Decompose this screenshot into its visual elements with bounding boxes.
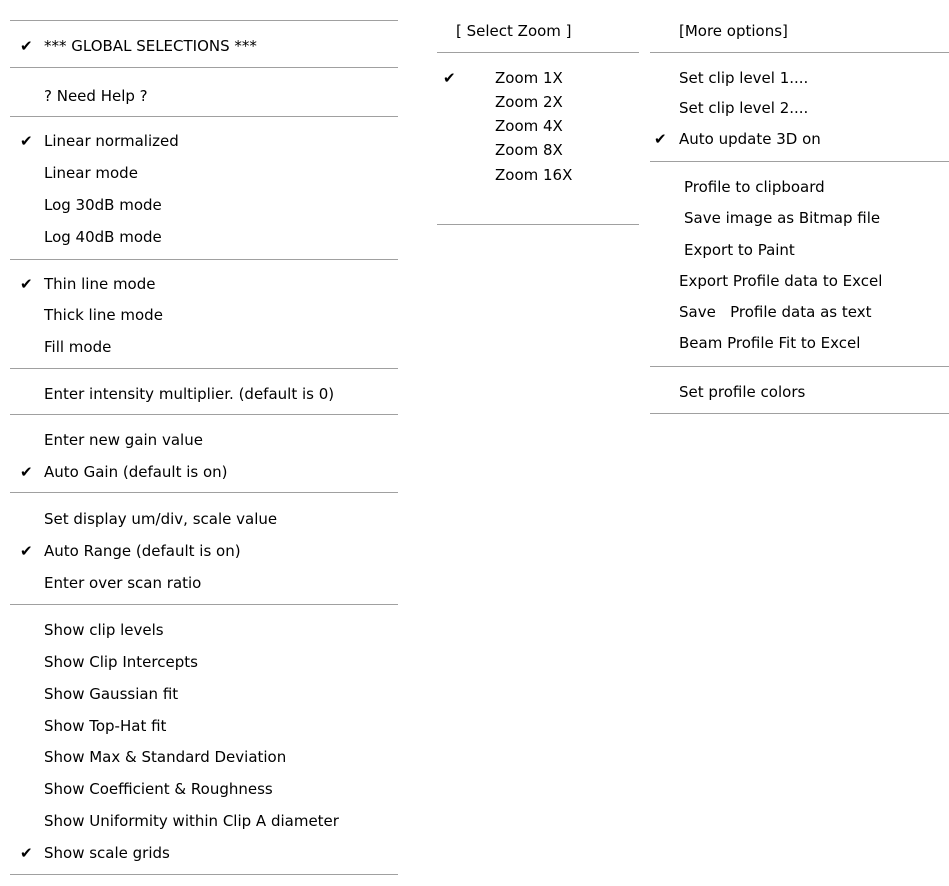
check-icon: ✔ <box>20 463 33 481</box>
menu-item-save-bitmap[interactable]: Save image as Bitmap file <box>684 208 880 228</box>
menu-item-thick-line[interactable]: Thick line mode <box>44 305 163 325</box>
separator <box>10 604 398 606</box>
menu-item-log-30db[interactable]: Log 30dB mode <box>44 195 162 215</box>
menu-item-global-selections[interactable]: *** GLOBAL SELECTIONS *** <box>44 36 257 56</box>
menu-item-fill-mode[interactable]: Fill mode <box>44 337 111 357</box>
separator <box>650 161 949 163</box>
menu-item-show-top-hat-fit[interactable]: Show Top-Hat fit <box>44 716 166 736</box>
check-icon: ✔ <box>20 844 33 862</box>
separator <box>10 414 398 416</box>
separator <box>10 116 398 118</box>
menu-item-auto-range[interactable]: Auto Range (default is on) <box>44 541 241 561</box>
menu-item-save-profile-text[interactable]: Save Profile data as text <box>679 302 871 322</box>
menu-item-new-gain[interactable]: Enter new gain value <box>44 430 203 450</box>
check-icon: ✔ <box>20 542 33 560</box>
menu-item-export-paint[interactable]: Export to Paint <box>684 240 795 260</box>
separator <box>437 224 639 226</box>
menu-item-zoom-16x[interactable]: Zoom 16X <box>495 165 572 185</box>
separator <box>10 492 398 494</box>
menu-item-show-scale-grids[interactable]: Show scale grids <box>44 843 170 863</box>
menu-item-clip-level-2[interactable]: Set clip level 2.... <box>679 98 808 118</box>
separator <box>10 368 398 370</box>
check-icon: ✔ <box>20 275 33 293</box>
separator <box>10 259 398 261</box>
menu-item-zoom-4x[interactable]: Zoom 4X <box>495 116 563 136</box>
menu-item-log-40db[interactable]: Log 40dB mode <box>44 227 162 247</box>
separator <box>650 366 949 368</box>
menu-item-linear-mode[interactable]: Linear mode <box>44 163 138 183</box>
menu-item-display-scale[interactable]: Set display um/div, scale value <box>44 509 277 529</box>
menu-item-profile-to-clipboard[interactable]: Profile to clipboard <box>684 177 825 197</box>
separator <box>10 67 398 69</box>
menu-item-show-clip-levels[interactable]: Show clip levels <box>44 620 164 640</box>
menu-item-intensity-multiplier[interactable]: Enter intensity multiplier. (default is … <box>44 384 334 404</box>
menu-item-auto-update-3d[interactable]: Auto update 3D on <box>679 129 821 149</box>
menu-item-show-max-std[interactable]: Show Max & Standard Deviation <box>44 747 286 767</box>
menu-item-show-clip-intercepts[interactable]: Show Clip Intercepts <box>44 652 198 672</box>
check-icon: ✔ <box>443 69 456 87</box>
check-icon: ✔ <box>654 130 667 148</box>
menu-item-show-gaussian-fit[interactable]: Show Gaussian fit <box>44 684 178 704</box>
menu-item-show-coefficient[interactable]: Show Coefficient & Roughness <box>44 779 273 799</box>
separator <box>10 874 398 876</box>
separator <box>10 20 398 22</box>
zoom-menu-header: [ Select Zoom ] <box>456 22 572 40</box>
menu-item-clip-level-1[interactable]: Set clip level 1.... <box>679 68 808 88</box>
check-icon: ✔ <box>20 37 33 55</box>
menu-item-zoom-8x[interactable]: Zoom 8X <box>495 140 563 160</box>
separator <box>650 52 949 54</box>
menu-item-thin-line[interactable]: Thin line mode <box>44 274 156 294</box>
menu-item-linear-normalized[interactable]: Linear normalized <box>44 131 179 151</box>
menu-item-beam-profile-fit[interactable]: Beam Profile Fit to Excel <box>679 333 860 353</box>
menu-item-zoom-2x[interactable]: Zoom 2X <box>495 92 563 112</box>
more-options-header: [More options] <box>679 22 788 40</box>
menu-item-zoom-1x[interactable]: Zoom 1X <box>495 68 563 88</box>
check-icon: ✔ <box>20 132 33 150</box>
menu-item-need-help[interactable]: ? Need Help ? <box>44 86 148 106</box>
menu-item-over-scan-ratio[interactable]: Enter over scan ratio <box>44 573 201 593</box>
separator <box>437 52 639 54</box>
separator <box>650 413 949 415</box>
menu-item-profile-colors[interactable]: Set profile colors <box>679 382 805 402</box>
menu-item-auto-gain[interactable]: Auto Gain (default is on) <box>44 462 228 482</box>
menu-item-show-uniformity[interactable]: Show Uniformity within Clip A diameter <box>44 811 339 831</box>
menu-item-export-excel[interactable]: Export Profile data to Excel <box>679 271 882 291</box>
